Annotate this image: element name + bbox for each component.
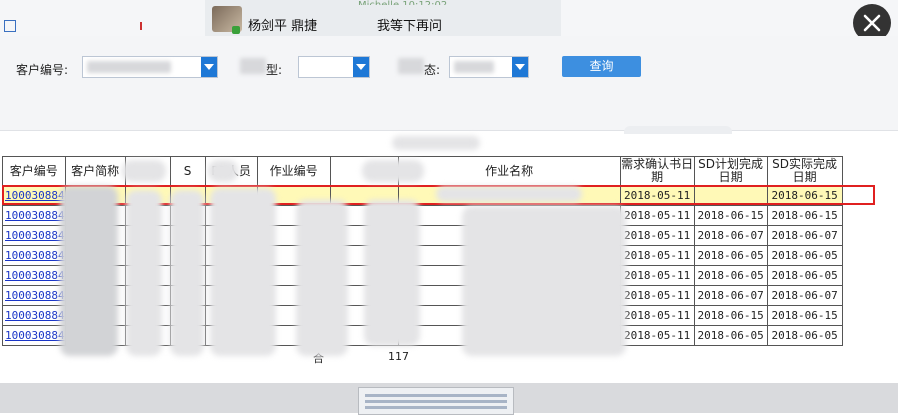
redacted-area	[364, 200, 420, 346]
customer-id-link[interactable]: 100030884	[3, 269, 65, 282]
close-icon	[863, 14, 881, 32]
actual-date: 2018-06-15	[766, 205, 843, 226]
actual-date: 2018-06-07	[766, 225, 843, 246]
checkbox-icon	[4, 20, 16, 32]
redacted-label	[398, 58, 424, 74]
status-badge	[232, 26, 240, 34]
column-header[interactable]: S	[169, 156, 206, 186]
redacted-area	[60, 186, 118, 356]
customer-id-link[interactable]: 100030884	[3, 329, 65, 342]
chevron-down-icon[interactable]	[512, 57, 528, 77]
column-header[interactable]: SD计划完成日期	[693, 156, 768, 186]
redacted-area	[208, 160, 238, 182]
customer-id-link[interactable]: 100030884	[3, 249, 65, 262]
planned-date	[693, 185, 768, 206]
confirm-date: 2018-05-11	[619, 325, 695, 346]
confirm-date: 2018-05-11	[619, 305, 695, 326]
query-button[interactable]: 查询	[562, 56, 641, 77]
redacted-area	[436, 186, 582, 202]
customer-id-link[interactable]: 100030884	[3, 309, 65, 322]
redacted-value	[87, 61, 171, 73]
redacted-area	[170, 190, 204, 356]
type-select[interactable]	[298, 56, 370, 78]
column-header[interactable]: SD实际完成日期	[766, 156, 843, 186]
planned-date: 2018-06-05	[693, 245, 768, 266]
customer-id-link[interactable]: 100030884	[3, 189, 65, 202]
column-header[interactable]: 作业编号	[256, 156, 331, 186]
actual-date: 2018-06-07	[766, 285, 843, 306]
redacted-value	[454, 61, 494, 73]
planned-date: 2018-06-07	[693, 285, 768, 306]
confirm-date: 2018-05-11	[619, 245, 695, 266]
chevron-down-icon[interactable]	[353, 57, 369, 77]
filter-bar: 客户编号: 型: 态:	[0, 36, 898, 131]
chat-contact-name: 杨剑平 鼎捷	[248, 19, 318, 34]
screenshot-thumbnail[interactable]	[358, 387, 514, 415]
type-label: 型:	[266, 63, 283, 77]
summary-count: 117	[388, 350, 409, 363]
planned-date: 2018-06-15	[693, 205, 768, 226]
column-header[interactable]: 作业名称	[397, 156, 621, 186]
redacted-label	[240, 58, 266, 74]
panel-notch	[624, 126, 732, 134]
confirm-date: 2018-05-11	[619, 225, 695, 246]
actual-date: 2018-06-15	[766, 185, 843, 206]
planned-date: 2018-06-15	[693, 305, 768, 326]
status-select[interactable]	[449, 56, 529, 78]
confirm-date: 2018-05-11	[619, 185, 695, 206]
redacted-area	[126, 190, 162, 356]
customer-no-select[interactable]	[82, 56, 218, 78]
redacted-area	[362, 160, 424, 182]
actual-date: 2018-06-05	[766, 245, 843, 266]
customer-id-link[interactable]: 100030884	[3, 289, 65, 302]
redacted-area	[462, 206, 626, 356]
column-header[interactable]: 需求确认书日期	[619, 156, 695, 186]
confirm-date: 2018-05-11	[619, 285, 695, 306]
redacted-area	[392, 136, 480, 150]
pen-icon	[140, 22, 150, 30]
redacted-area	[296, 200, 348, 356]
planned-date: 2018-06-05	[693, 265, 768, 286]
planned-date: 2018-06-07	[693, 225, 768, 246]
status-label: 态:	[424, 63, 441, 77]
customer-id-link[interactable]: 100030884	[3, 229, 65, 242]
customer-no-label: 客户编号:	[16, 63, 69, 77]
chat-message: 我等下再问	[377, 19, 443, 34]
planned-date: 2018-06-05	[693, 325, 768, 346]
chevron-down-icon[interactable]	[201, 57, 217, 77]
confirm-date: 2018-05-11	[619, 205, 695, 226]
redacted-area	[210, 188, 276, 356]
customer-id-link[interactable]: 100030884	[3, 209, 65, 222]
actual-date: 2018-06-05	[766, 265, 843, 286]
confirm-date: 2018-05-11	[619, 265, 695, 286]
redacted-area	[122, 160, 166, 182]
actual-date: 2018-06-05	[766, 325, 843, 346]
column-header[interactable]: 客户编号	[2, 156, 66, 186]
column-header[interactable]: 客户简称	[64, 156, 126, 186]
actual-date: 2018-06-15	[766, 305, 843, 326]
chat-faded-header: Michelle 10:12:02	[358, 0, 468, 5]
